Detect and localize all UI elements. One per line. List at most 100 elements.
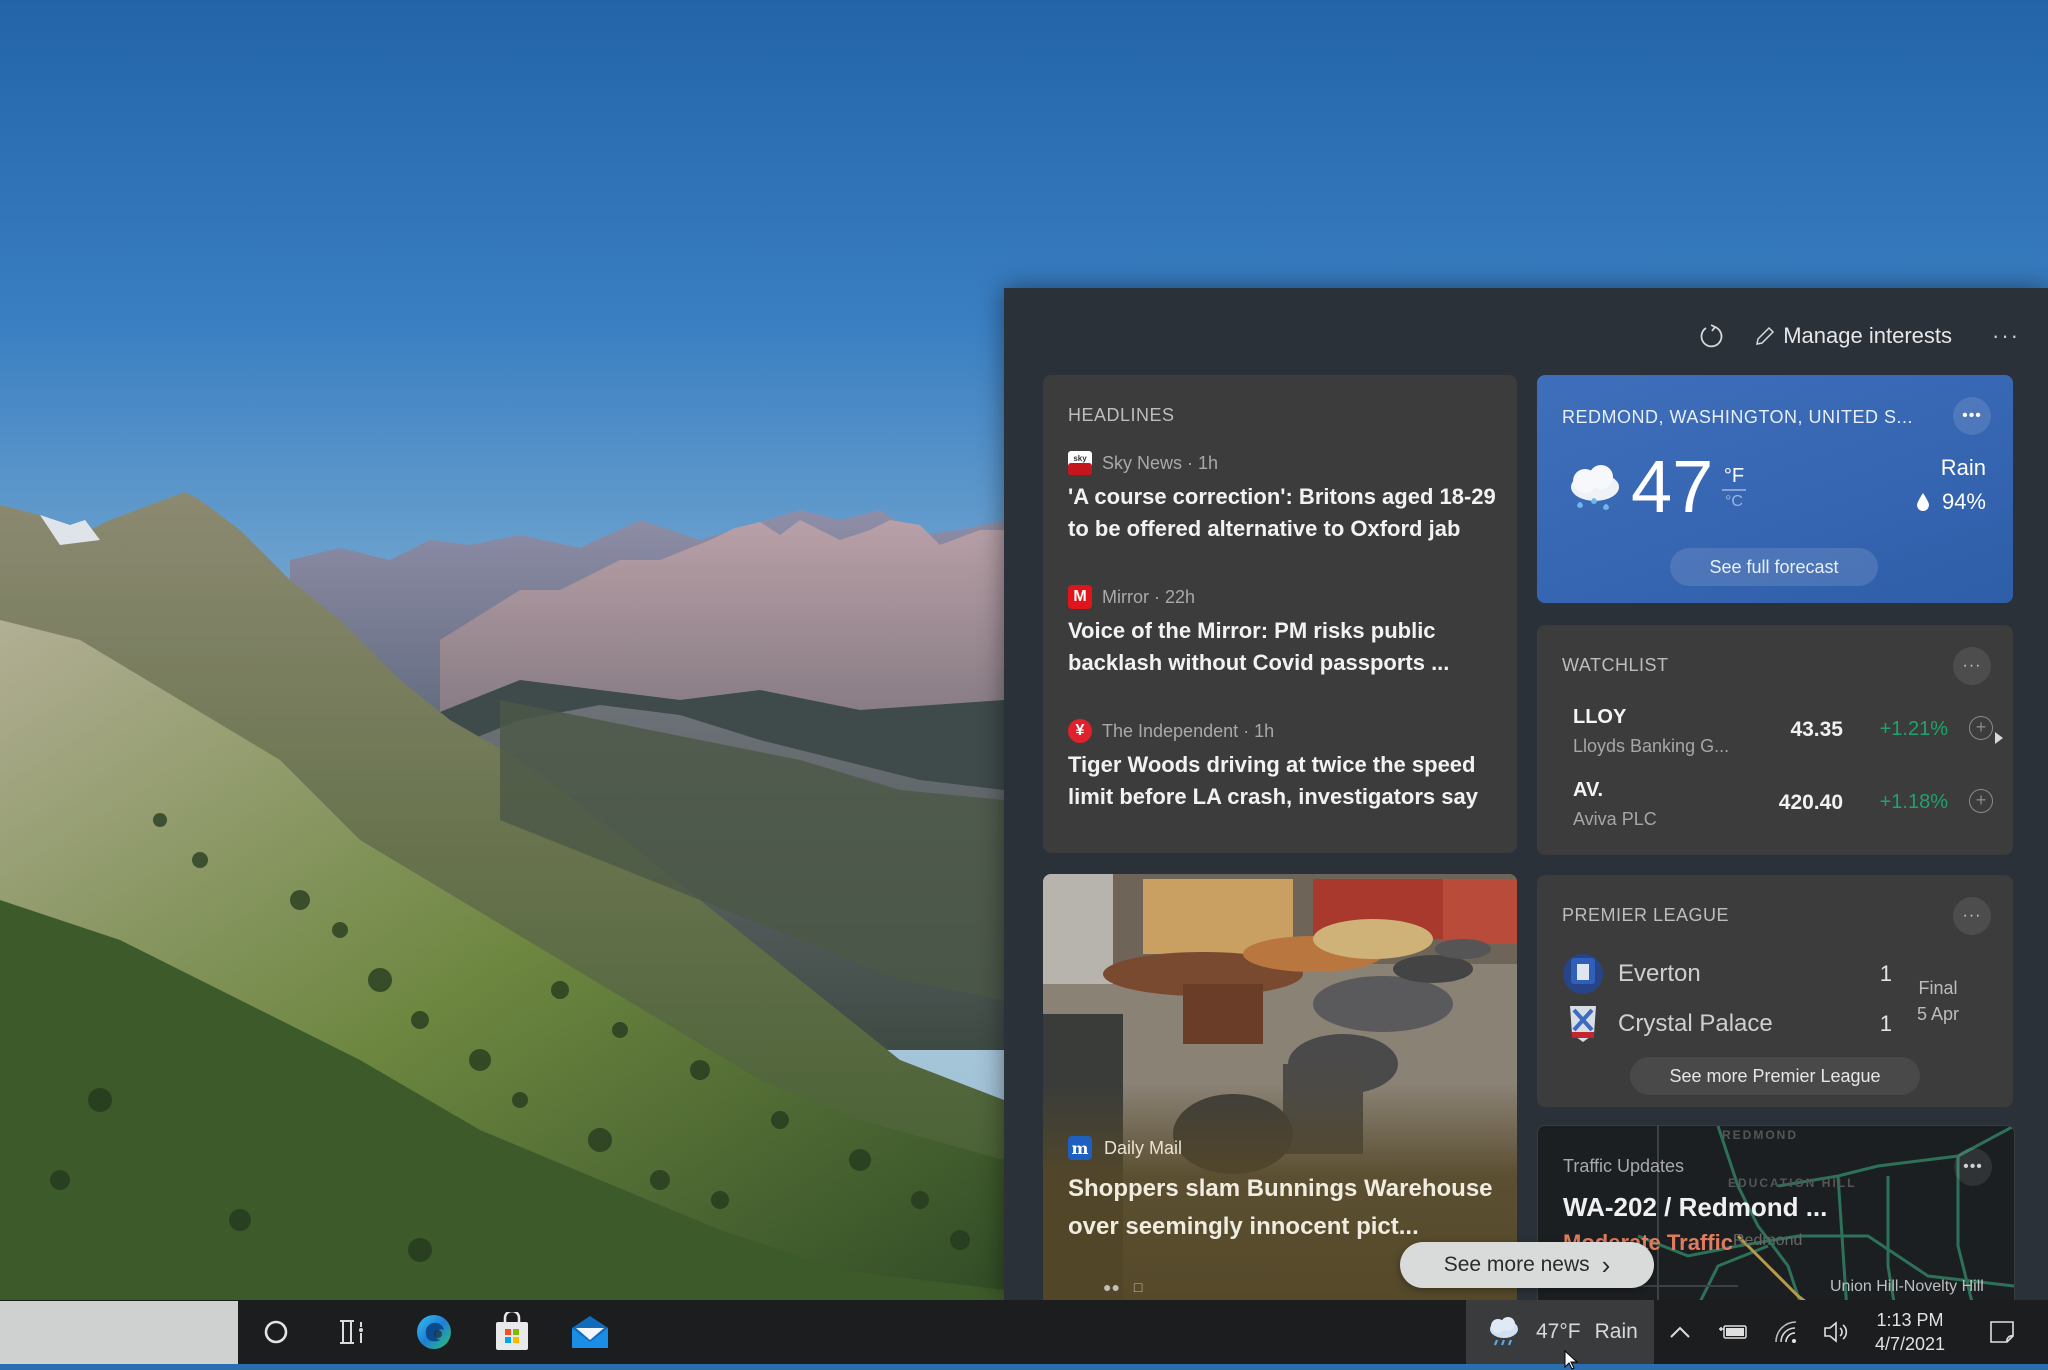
show-hidden-icons-button[interactable] — [1664, 1300, 1696, 1364]
watchlist-more-button[interactable]: ··· — [1953, 647, 1991, 685]
stock-change: +1.18% — [1879, 791, 1948, 813]
more-options-button[interactable]: ··· — [1986, 323, 2026, 349]
panel-header: Manage interests ··· — [1691, 314, 2048, 358]
celsius-toggle[interactable]: °C — [1722, 491, 1746, 513]
store-taskbar-button[interactable] — [482, 1300, 542, 1364]
taskbar-clock[interactable]: 1:13 PM 4/7/2021 — [1860, 1308, 1960, 1356]
image-news-card[interactable]: m Daily Mail Shoppers slam Bunnings Ware… — [1043, 874, 1517, 1300]
headline-source: sky Sky News · 1h — [1068, 451, 1498, 475]
stock-price: 43.35 — [1790, 718, 1843, 741]
map-label: Redmond — [1733, 1232, 1803, 1249]
stock-name: Lloyds Banking G... — [1573, 736, 1730, 756]
chevron-right-icon: › — [1601, 1250, 1611, 1280]
see-more-premier-league-button[interactable]: See more Premier League — [1630, 1057, 1920, 1095]
see-more-news-button[interactable]: See more news › — [1400, 1242, 1654, 1288]
weather-card[interactable]: REDMOND, WASHINGTON, UNITED S... ••• 47 … — [1537, 375, 2013, 603]
weather-location: REDMOND, WASHINGTON, UNITED S... — [1562, 407, 1914, 427]
chevron-up-icon — [1670, 1326, 1690, 1338]
store-icon — [496, 1312, 528, 1350]
map-label: Union Hill-Novelty Hill — [1830, 1278, 1984, 1295]
team-row[interactable]: Everton 1 — [1562, 951, 1892, 997]
reactions-bar: ●● □ — [1103, 1279, 1142, 1295]
premier-league-more-button[interactable]: ··· — [1953, 897, 1991, 935]
edge-icon — [417, 1315, 451, 1349]
add-stock-button[interactable]: + — [1969, 789, 1993, 813]
premier-league-card: PREMIER LEAGUE ··· Everton 1 Crystal Pal… — [1537, 875, 2013, 1107]
sky-news-logo-icon: sky — [1068, 451, 1092, 475]
headline-title[interactable]: 'A course correction': Britons aged 18-2… — [1068, 481, 1498, 545]
traffic-title: Traffic Updates — [1563, 1156, 1685, 1176]
reaction-emoji-icon: ●● — [1103, 1279, 1120, 1295]
headline-item[interactable]: sky Sky News · 1h 'A course correction':… — [1068, 451, 1498, 545]
add-stock-button[interactable]: + — [1969, 716, 1993, 740]
crystal-palace-crest-icon — [1570, 1006, 1596, 1042]
unit-toggle: °F °C — [1722, 463, 1746, 513]
clock-time: 1:13 PM — [1876, 1310, 1944, 1330]
headlines-card: HEADLINES sky Sky News · 1h 'A course co… — [1043, 375, 1517, 853]
precipitation: 94% — [1916, 489, 1986, 515]
headline-item[interactable]: M Mirror · 22h Voice of the Mirror: PM r… — [1068, 585, 1498, 679]
cortana-icon — [264, 1320, 288, 1344]
image-news-source-label: Daily Mail — [1104, 1137, 1183, 1158]
svg-text:sky: sky — [1073, 454, 1087, 463]
clock-date: 4/7/2021 — [1874, 1334, 1946, 1354]
team-score: 1 — [1879, 961, 1892, 986]
stock-name: Aviva PLC — [1573, 809, 1657, 829]
weather-condition: Rain — [1940, 455, 1986, 480]
taskbar-rain-cloud-icon — [1490, 1317, 1518, 1346]
stock-symbol: AV. — [1573, 779, 1604, 801]
notification-icon — [1990, 1321, 2014, 1343]
headline-source: ¥ The Independent · 1h — [1068, 719, 1498, 743]
traffic-road[interactable]: WA-202 / Redmond ... — [1563, 1192, 1827, 1223]
refresh-button[interactable] — [1691, 316, 1731, 356]
match-status: Final 5 Apr — [1917, 975, 1959, 1027]
team-name: Crystal Palace — [1618, 1010, 1773, 1037]
stock-row[interactable]: LLOY Lloyds Banking G... 43.35 +1.21% + — [1573, 706, 1993, 766]
taskbar: 47°F Rain 1:13 PM 4/7/2021 — [0, 1300, 2048, 1364]
battery-button[interactable] — [1716, 1300, 1752, 1364]
headline-item[interactable]: ¥ The Independent · 1h Tiger Woods drivi… — [1068, 719, 1498, 813]
premier-league-title: PREMIER LEAGUE — [1562, 905, 1730, 925]
daily-mail-logo-icon: m — [1068, 1136, 1092, 1160]
team-row[interactable]: Crystal Palace 1 — [1562, 1001, 1892, 1047]
weather-more-button[interactable]: ••• — [1953, 397, 1991, 435]
manage-interests-button[interactable]: Manage interests — [1753, 323, 1952, 349]
cortana-button[interactable] — [246, 1300, 306, 1364]
headline-source: M Mirror · 22h — [1068, 585, 1498, 609]
wifi-icon — [1775, 1321, 1797, 1343]
stock-row[interactable]: AV. Aviva PLC 420.40 +1.18% + — [1573, 779, 1993, 839]
comment-icon[interactable]: □ — [1134, 1279, 1142, 1295]
manage-interests-label: Manage interests — [1783, 323, 1952, 348]
stock-price: 420.40 — [1778, 791, 1843, 814]
pencil-icon — [1756, 326, 1775, 345]
task-view-button[interactable] — [322, 1300, 382, 1364]
image-news-title[interactable]: Shoppers slam Bunnings Warehouse over se… — [1068, 1170, 1498, 1246]
taskbar-search-box[interactable] — [0, 1301, 238, 1364]
edge-taskbar-button[interactable] — [404, 1300, 464, 1364]
weather-temperature: 47 — [1631, 445, 1714, 528]
map-label: EDUCATION HILL — [1728, 1176, 1857, 1190]
headline-title[interactable]: Voice of the Mirror: PM risks public bac… — [1068, 615, 1498, 679]
traffic-more-button[interactable]: ••• — [1954, 1148, 1992, 1186]
task-view-icon — [340, 1320, 363, 1344]
taskbar-weather-button[interactable]: 47°F Rain — [1466, 1300, 1654, 1364]
everton-crest-icon — [1563, 954, 1603, 994]
news-and-interests-panel: Manage interests ··· HEADLINES sky Sky N… — [1004, 288, 2048, 1300]
stock-change: +1.21% — [1879, 718, 1948, 740]
match-date: 5 Apr — [1917, 1004, 1960, 1024]
action-center-button[interactable] — [1980, 1300, 2024, 1364]
team-score: 1 — [1879, 1011, 1892, 1036]
headline-source-label: Sky News · 1h — [1102, 452, 1219, 473]
network-button[interactable] — [1768, 1300, 1804, 1364]
next-arrow-icon[interactable] — [1992, 730, 2006, 746]
headline-title[interactable]: Tiger Woods driving at twice the speed l… — [1068, 749, 1498, 813]
refresh-icon — [1700, 324, 1723, 348]
fahrenheit-toggle[interactable]: °F — [1722, 463, 1746, 491]
map-label: REDMOND — [1722, 1128, 1798, 1142]
mail-taskbar-button[interactable] — [560, 1300, 620, 1364]
precipitation-value: 94% — [1941, 489, 1986, 514]
volume-button[interactable] — [1818, 1300, 1854, 1364]
see-full-forecast-button[interactable]: See full forecast — [1670, 548, 1878, 586]
mirror-logo-icon: M — [1068, 585, 1092, 609]
headline-source-label: The Independent · 1h — [1102, 720, 1275, 741]
